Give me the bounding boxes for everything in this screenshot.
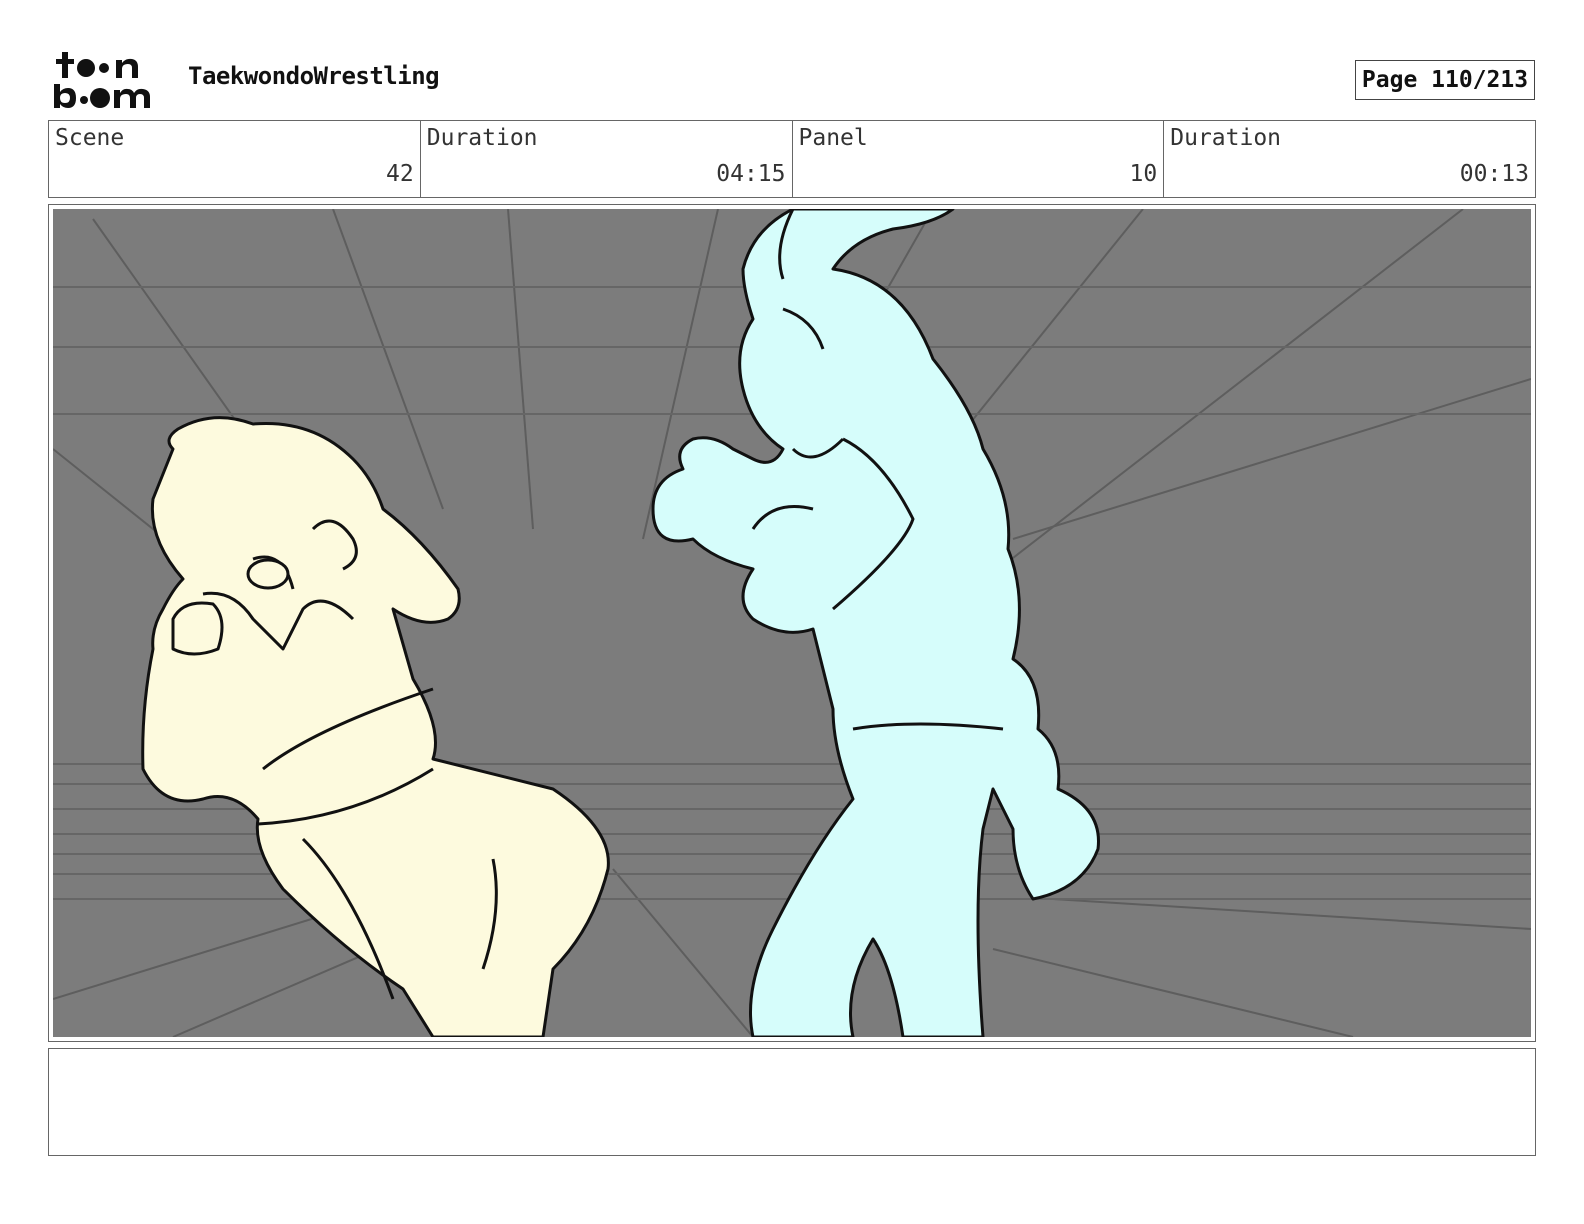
panel-label: Panel [798,125,868,151]
storyboard-panel-drawing [53,209,1531,1037]
panel-duration-label: Duration [1170,125,1282,151]
scene-duration-value: 04:15 [716,161,786,187]
storyboard-panel-frame [48,204,1536,1042]
scene-duration-label: Duration [426,125,538,151]
panel-value: 10 [1129,161,1158,187]
panel-notes-box [48,1048,1536,1156]
scene-info-table: Scene 42 Duration 04:15 Panel 10 Duratio… [48,120,1536,198]
panel-duration-value: 00:13 [1459,161,1529,187]
page-number: Page 110/213 [1355,60,1535,100]
toonboom-logo-icon [54,52,150,108]
scene-duration-cell: Duration 04:15 [421,121,793,197]
scene-cell: Scene 42 [49,121,421,197]
project-title: TaekwondoWrestling [188,62,440,90]
scene-value: 42 [386,161,414,187]
panel-cell: Panel 10 [793,121,1165,197]
scene-label: Scene [55,125,125,151]
panel-duration-cell: Duration 00:13 [1164,121,1535,197]
